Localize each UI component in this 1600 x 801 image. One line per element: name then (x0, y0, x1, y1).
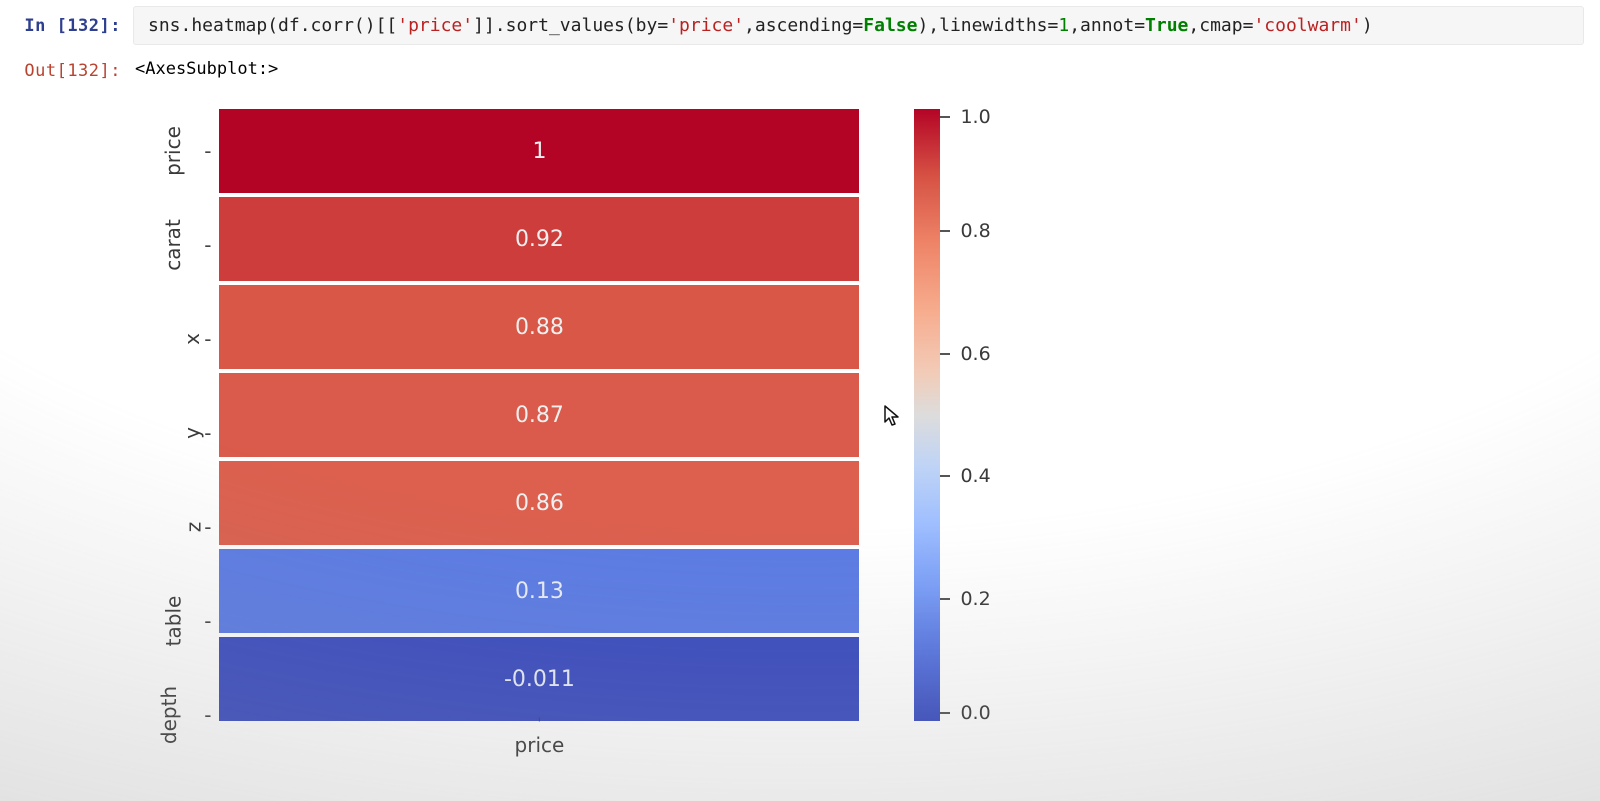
heatmap-body-wrap: 10.920.880.870.860.13-0.011 'price (219, 109, 859, 757)
y-tick-label: table- (148, 579, 212, 663)
y-tick-label: z- (188, 485, 212, 569)
x-tick-label: 'price (219, 719, 859, 757)
colorbar-gradient (914, 109, 940, 721)
colorbar-tick: 0.6 (940, 343, 990, 365)
heatmap-chart: price-carat-x-y-z-table-depth- 10.920.88… (140, 109, 1600, 757)
colorbar: 0.0 0.2 0.4 0.6 0.8 1.0 (914, 109, 1010, 757)
input-prompt: In [132]: (6, 6, 133, 36)
y-axis-labels: price-carat-x-y-z-table-depth- (140, 109, 219, 757)
output-prompt: Out[132]: (6, 51, 133, 81)
heatmap-body: 10.920.880.870.860.13-0.011 (219, 109, 859, 721)
y-tick-label: x- (186, 297, 211, 381)
output-text: <AxesSubplot:> (133, 51, 278, 79)
colorbar-tick: 0.0 (940, 702, 990, 724)
heatmap-cell: 0.88 (219, 285, 859, 369)
heatmap-cell: 0.87 (219, 373, 859, 457)
heatmap-cell: 0.92 (219, 197, 859, 281)
code-cell: In [132]: sns.heatmap(df.corr()[['price'… (0, 0, 1600, 45)
colorbar-tick: 1.0 (940, 106, 990, 128)
output-cell: Out[132]: <AxesSubplot:> (0, 45, 1600, 81)
heatmap-cell: -0.011 (219, 637, 859, 721)
y-tick-label: depth- (140, 673, 211, 757)
x-axis-labels: 'price (219, 719, 859, 757)
colorbar-tick: 0.2 (940, 588, 990, 610)
colorbar-tick: 0.4 (940, 465, 990, 487)
heatmap-cell: 0.86 (219, 461, 859, 545)
heatmap-cell: 1 (219, 109, 859, 193)
colorbar-ticks: 0.0 0.2 0.4 0.6 0.8 1.0 (940, 109, 1010, 721)
y-tick-label: y- (186, 391, 211, 475)
y-tick-label: price- (148, 109, 211, 193)
heatmap-cell: 0.13 (219, 549, 859, 633)
code-input[interactable]: sns.heatmap(df.corr()[['price']].sort_va… (133, 6, 1584, 45)
y-tick-label: carat- (147, 203, 212, 287)
colorbar-tick: 0.8 (940, 220, 990, 242)
